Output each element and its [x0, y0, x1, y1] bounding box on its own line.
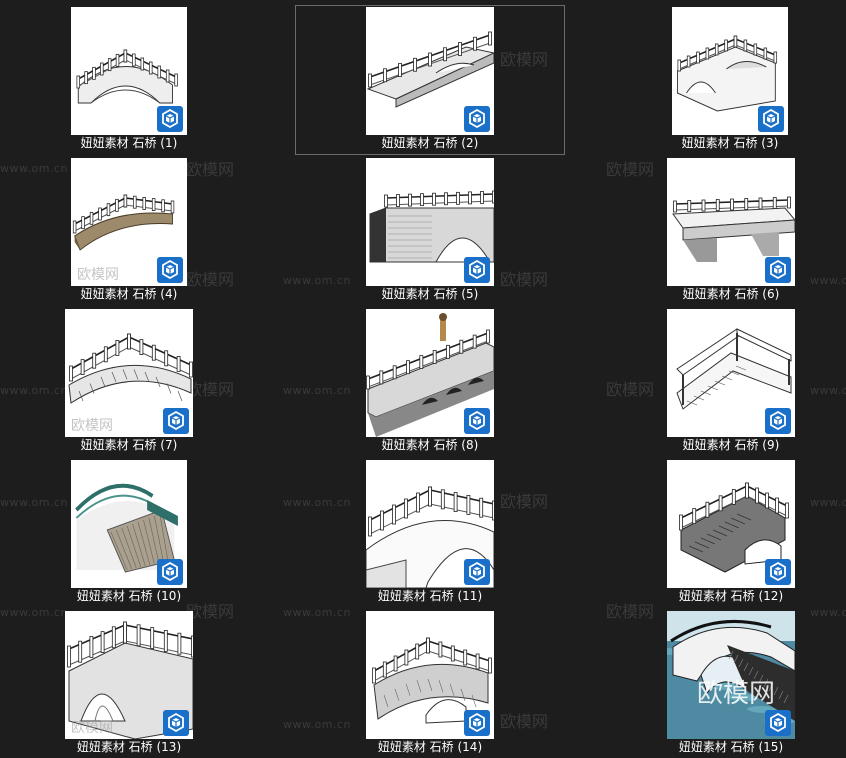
file-name-label: 妞妞素材 石桥 (5): [381, 287, 479, 301]
sketchup-icon: [758, 106, 784, 132]
file-item[interactable]: 妞妞素材 石桥 (11): [350, 458, 510, 606]
file-thumbnail[interactable]: [366, 309, 494, 437]
file-name-label: 妞妞素材 石桥 (15): [678, 740, 784, 754]
file-name-label: 妞妞素材 石桥 (8): [381, 438, 479, 452]
watermark-url: www.om.cn: [283, 274, 351, 287]
file-item[interactable]: 妞妞素材 石桥 (1): [49, 5, 209, 153]
file-thumbnail[interactable]: [71, 7, 187, 135]
sketchup-icon: [765, 559, 791, 585]
watermark-url: www.om.cn: [810, 384, 846, 397]
file-thumbnail[interactable]: 欧模网: [667, 611, 795, 739]
file-thumbnail[interactable]: 欧模网: [65, 309, 193, 437]
file-thumbnail[interactable]: [667, 158, 795, 286]
thumbnail-watermark: 欧模网: [77, 267, 119, 283]
file-thumbnail[interactable]: [366, 460, 494, 588]
file-thumbnail[interactable]: [366, 7, 494, 135]
sketchup-icon: [765, 710, 791, 736]
watermark-url: www.om.cn: [810, 496, 846, 509]
watermark-url: www.om.cn: [810, 274, 846, 287]
file-item[interactable]: 妞妞素材 石桥 (8): [350, 307, 510, 455]
sketchup-icon: [163, 710, 189, 736]
file-name-label: 妞妞素材 石桥 (6): [682, 287, 780, 301]
file-name-label: 妞妞素材 石桥 (4): [80, 287, 178, 301]
sketchup-icon: [157, 559, 183, 585]
watermark-brand: 欧模网: [606, 160, 655, 179]
file-thumbnail[interactable]: [71, 460, 187, 588]
sketchup-icon: [464, 106, 490, 132]
file-thumbnail[interactable]: 欧模网: [71, 158, 187, 286]
file-name-label: 妞妞素材 石桥 (12): [678, 589, 784, 603]
watermark-brand: 欧模网: [606, 380, 655, 399]
sketchup-icon: [163, 408, 189, 434]
file-name-label: 妞妞素材 石桥 (2): [381, 136, 479, 150]
sketchup-icon: [464, 710, 490, 736]
file-item[interactable]: 妞妞素材 石桥 (12): [651, 458, 811, 606]
file-name-label: 妞妞素材 石桥 (3): [681, 136, 779, 150]
file-item[interactable]: 欧模网 妞妞素材 石桥 (15): [651, 609, 811, 757]
file-item[interactable]: 妞妞素材 石桥 (2): [295, 5, 565, 155]
file-name-label: 妞妞素材 石桥 (7): [80, 438, 178, 452]
file-item[interactable]: 妞妞素材 石桥 (10): [49, 458, 209, 606]
watermark-url: www.om.cn: [283, 496, 351, 509]
sketchup-icon: [157, 106, 183, 132]
file-item[interactable]: 妞妞素材 石桥 (3): [650, 5, 810, 153]
file-item[interactable]: 欧模网 妞妞素材 石桥 (7): [49, 307, 209, 455]
file-name-label: 妞妞素材 石桥 (1): [80, 136, 178, 150]
file-item[interactable]: 妞妞素材 石桥 (14): [350, 609, 510, 757]
file-item[interactable]: 欧模网 妞妞素材 石桥 (13): [49, 609, 209, 757]
file-item[interactable]: 妞妞素材 石桥 (5): [350, 156, 510, 304]
watermark-brand: 欧模网: [606, 602, 655, 621]
thumbnail-watermark: 欧模网: [697, 679, 776, 709]
watermark-url: www.om.cn: [283, 384, 351, 397]
sketchup-icon: [765, 257, 791, 283]
file-thumbnail[interactable]: [366, 611, 494, 739]
watermark-url: www.om.cn: [283, 718, 351, 731]
file-thumbnail[interactable]: 欧模网: [65, 611, 193, 739]
file-thumbnail[interactable]: [667, 460, 795, 588]
file-name-label: 妞妞素材 石桥 (13): [76, 740, 182, 754]
file-thumbnail[interactable]: [667, 309, 795, 437]
watermark-url: www.om.cn: [810, 606, 846, 619]
file-name-label: 妞妞素材 石桥 (11): [377, 589, 483, 603]
file-item[interactable]: 欧模网 妞妞素材 石桥 (4): [49, 156, 209, 304]
thumbnail-watermark: 欧模网: [71, 418, 113, 434]
sketchup-icon: [765, 408, 791, 434]
watermark-url: www.om.cn: [283, 606, 351, 619]
file-thumbnail[interactable]: [366, 158, 494, 286]
sketchup-icon: [157, 257, 183, 283]
sketchup-icon: [464, 559, 490, 585]
file-item[interactable]: 妞妞素材 石桥 (9): [651, 307, 811, 455]
file-name-label: 妞妞素材 石桥 (14): [377, 740, 483, 754]
thumbnail-watermark: 欧模网: [71, 720, 113, 736]
sketchup-icon: [464, 257, 490, 283]
file-thumbnail[interactable]: [672, 7, 788, 135]
sketchup-icon: [464, 408, 490, 434]
file-name-label: 妞妞素材 石桥 (10): [76, 589, 182, 603]
file-name-label: 妞妞素材 石桥 (9): [682, 438, 780, 452]
file-item[interactable]: 妞妞素材 石桥 (6): [651, 156, 811, 304]
